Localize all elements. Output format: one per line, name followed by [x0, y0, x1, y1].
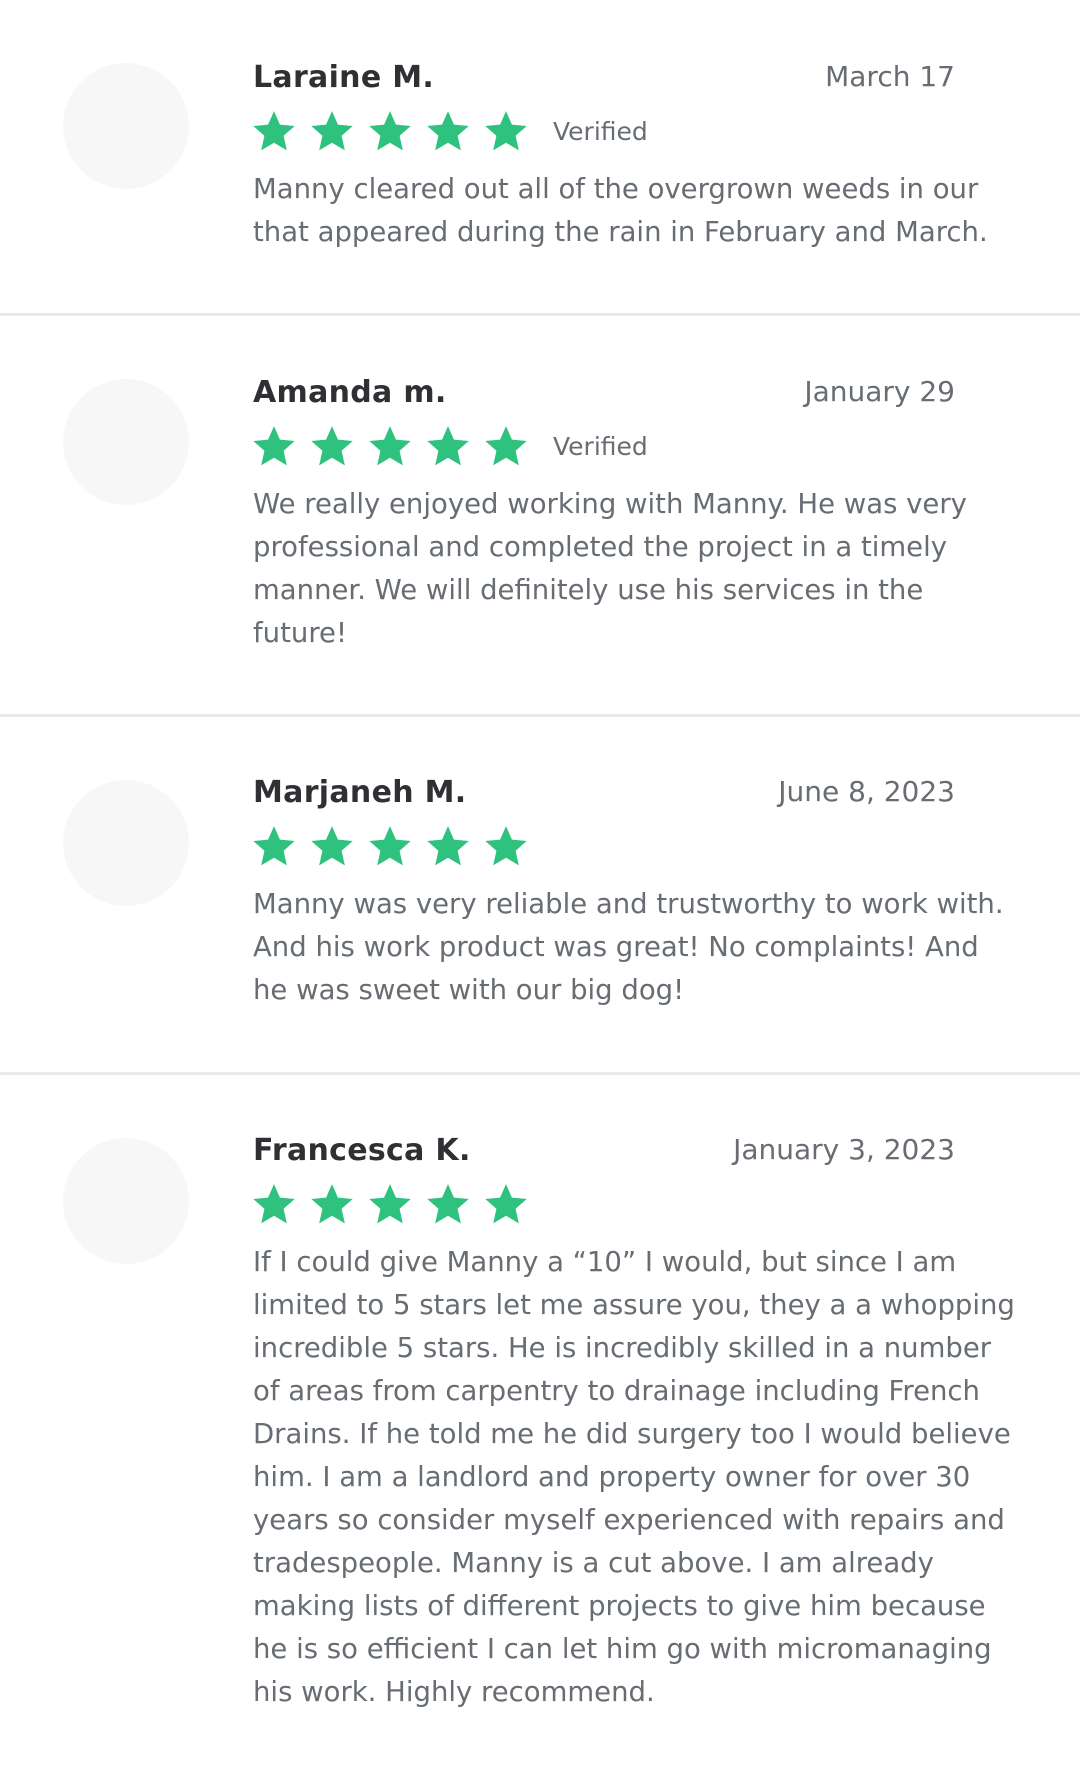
review-card: Francesca K. January 3, 2023 If I could … — [0, 1075, 1080, 1775]
star-icon — [425, 423, 471, 469]
review-text: Manny was very reliable and trustworthy … — [253, 888, 1004, 1006]
star-icon — [309, 108, 355, 154]
star-icon — [483, 823, 529, 869]
review-card: Laraine M. March 17 Verified Manny clear… — [0, 0, 1080, 316]
star-icon — [367, 1181, 413, 1227]
star-icon — [251, 108, 297, 154]
star-icon — [425, 1181, 471, 1227]
reviewer-name: Amanda m. — [253, 375, 447, 410]
star-icon — [309, 823, 355, 869]
star-icon — [251, 1181, 297, 1227]
verified-badge: Verified — [553, 431, 648, 461]
star-icon — [251, 823, 297, 869]
star-icon — [483, 1181, 529, 1227]
review-card: Amanda m. January 29 Verified We really … — [0, 316, 1080, 717]
review-date: January 29 — [804, 375, 955, 408]
review-card: Marjaneh M. June 8, 2023 Manny was very … — [0, 717, 1080, 1075]
star-rating: Verified — [251, 108, 648, 154]
star-icon — [425, 823, 471, 869]
reviewer-name: Francesca K. — [253, 1133, 471, 1168]
star-icon — [425, 108, 471, 154]
review-date: March 17 — [825, 60, 955, 93]
review-date: June 8, 2023 — [778, 775, 955, 808]
star-icon — [483, 108, 529, 154]
avatar — [63, 379, 189, 505]
star-rating: Verified — [251, 423, 648, 469]
star-icon — [483, 423, 529, 469]
star-icon — [309, 1181, 355, 1227]
review-date: January 3, 2023 — [733, 1133, 955, 1166]
star-icon — [309, 423, 355, 469]
star-rating — [251, 823, 541, 869]
reviewer-name: Laraine M. — [253, 60, 435, 95]
star-icon — [251, 423, 297, 469]
star-rating — [251, 1181, 541, 1227]
review-text: If I could give Manny a “10” I would, bu… — [253, 1246, 1015, 1708]
review-text: We really enjoyed working with Manny. He… — [253, 488, 967, 649]
reviewer-name: Marjaneh M. — [253, 775, 467, 810]
review-text: Manny cleared out all of the overgrown w… — [253, 173, 988, 248]
avatar — [63, 780, 189, 906]
avatar — [63, 63, 189, 189]
avatar — [63, 1138, 189, 1264]
verified-badge: Verified — [553, 116, 648, 146]
star-icon — [367, 108, 413, 154]
star-icon — [367, 423, 413, 469]
star-icon — [367, 823, 413, 869]
